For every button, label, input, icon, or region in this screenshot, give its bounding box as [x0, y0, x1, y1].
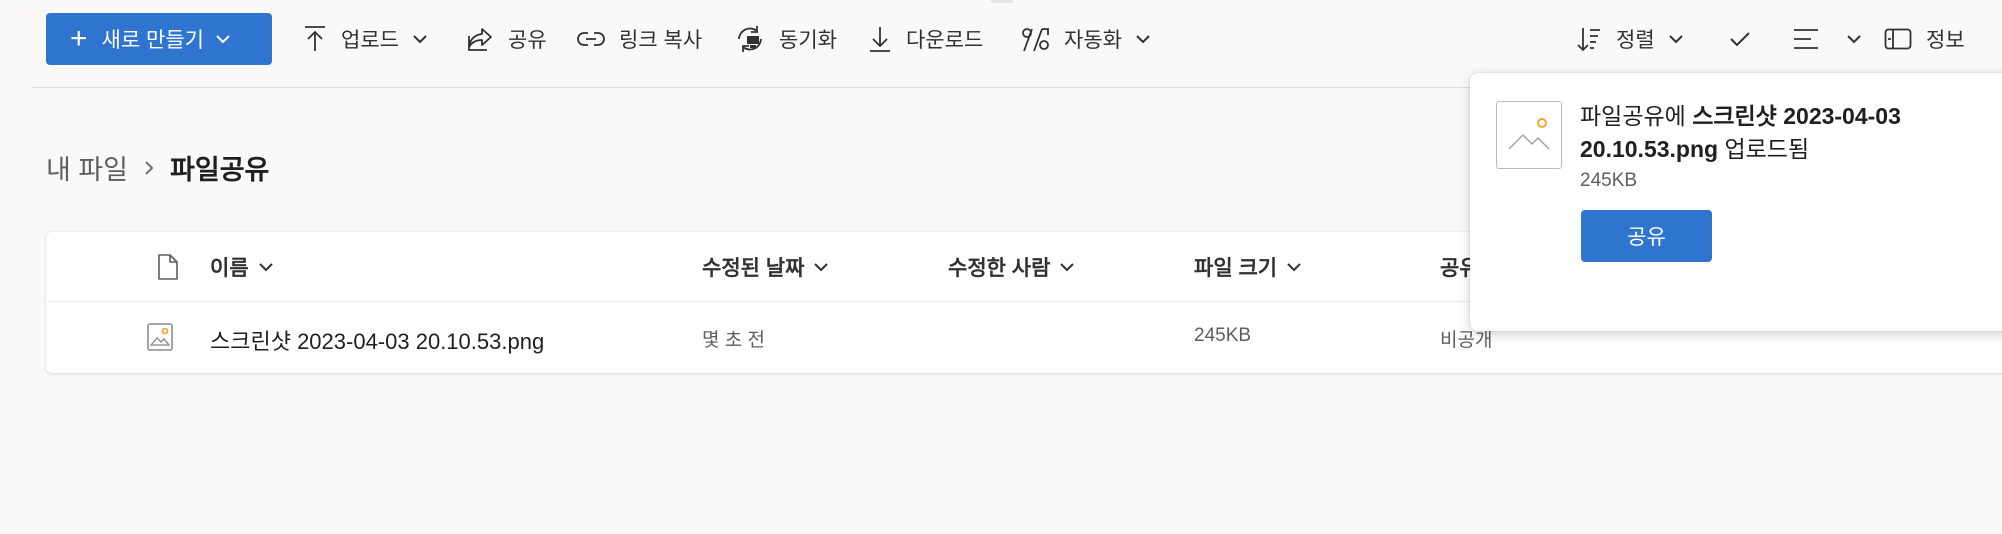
chevron-down-icon — [413, 34, 427, 43]
column-header-name-label: 이름 — [210, 257, 249, 280]
share-button[interactable]: 공유 — [466, 20, 547, 58]
sort-icon — [1577, 28, 1600, 52]
document-icon — [158, 254, 178, 280]
share-icon — [468, 28, 492, 51]
sync-button[interactable]: 동기화 — [735, 20, 837, 58]
copy-link-label: 링크 복사 — [619, 29, 703, 52]
chevron-right-icon — [144, 160, 154, 176]
chevron-down-icon — [1287, 262, 1301, 271]
copy-link-button[interactable]: 링크 복사 — [577, 20, 702, 58]
list-view-icon — [1794, 29, 1818, 49]
column-header-modified-by[interactable]: 수정한 사람 — [948, 252, 1075, 282]
notification-share-button[interactable]: 공유 — [1581, 210, 1712, 262]
chevron-down-icon — [1668, 34, 1683, 43]
select-all-button[interactable] — [1729, 20, 1765, 58]
chevron-down-icon — [1136, 34, 1150, 43]
info-pane-icon — [1884, 28, 1912, 50]
upload-label: 업로드 — [341, 29, 399, 52]
command-bar: + 새로 만들기 업로드 공유 링크 복사 동기화 다운로드 자동화 정렬 정보 — [0, 0, 2002, 78]
notification-message: 파일공유에 스크린샷 2023-04-03 20.10.53.png 업로드됨 — [1580, 100, 2000, 166]
link-icon — [577, 32, 605, 46]
download-button[interactable]: 다운로드 — [868, 20, 983, 58]
chevron-down-icon — [258, 262, 273, 271]
arrow-up-icon — [305, 26, 325, 51]
info-label: 정보 — [1926, 29, 1965, 52]
column-header-size-label: 파일 크기 — [1194, 257, 1278, 280]
view-options-button[interactable] — [1793, 20, 1861, 58]
column-header-modified[interactable]: 수정된 날짜 — [702, 252, 829, 282]
breadcrumb-current: 파일공유 — [170, 155, 270, 185]
new-button-label: 새로 만들기 — [101, 29, 204, 52]
sync-label: 동기화 — [779, 29, 837, 52]
share-label: 공유 — [508, 29, 547, 52]
chevron-down-icon — [1060, 262, 1075, 271]
info-button[interactable]: 정보 — [1884, 20, 1965, 58]
upload-notification: 파일공유에 스크린샷 2023-04-03 20.10.53.png 업로드됨 … — [1470, 73, 2002, 331]
chevron-down-icon — [1847, 34, 1861, 43]
automate-label: 자동화 — [1064, 29, 1122, 52]
download-label: 다운로드 — [906, 29, 984, 52]
file-modified: 몇 초 전 — [702, 330, 765, 351]
column-header-name[interactable]: 이름 — [210, 252, 273, 282]
plus-icon: + — [70, 22, 88, 55]
sync-icon — [738, 26, 762, 52]
image-file-icon — [147, 323, 173, 357]
checkmark-icon — [1730, 32, 1750, 47]
upload-button[interactable]: 업로드 — [303, 20, 427, 58]
chevron-down-icon — [216, 34, 230, 43]
breadcrumb-root[interactable]: 내 파일 — [46, 148, 128, 187]
sort-button[interactable]: 정렬 — [1576, 20, 1683, 58]
arrow-down-icon — [870, 27, 890, 52]
sort-label: 정렬 — [1616, 29, 1655, 52]
image-file-icon — [1496, 101, 1562, 169]
notification-folder: 파일공유에 — [1580, 103, 1686, 129]
column-header-modified-by-label: 수정한 사람 — [948, 257, 1051, 280]
chevron-down-icon — [814, 262, 829, 271]
breadcrumb: 내 파일 파일공유 — [46, 148, 269, 187]
file-size: 245KB — [1194, 325, 1252, 346]
notification-size: 245KB — [1580, 170, 1638, 191]
new-button[interactable]: + 새로 만들기 — [46, 13, 272, 65]
file-name[interactable]: 스크린샷 2023-04-03 20.10.53.png — [210, 324, 544, 356]
column-header-modified-label: 수정된 날짜 — [702, 257, 805, 280]
automate-button[interactable]: 자동화 — [1020, 20, 1150, 58]
notification-suffix: 업로드됨 — [1724, 136, 1810, 162]
flow-icon — [1022, 28, 1049, 52]
toolbar-divider — [32, 87, 1472, 88]
file-type-column-header[interactable] — [147, 252, 179, 282]
column-header-size[interactable]: 파일 크기 — [1194, 252, 1301, 282]
